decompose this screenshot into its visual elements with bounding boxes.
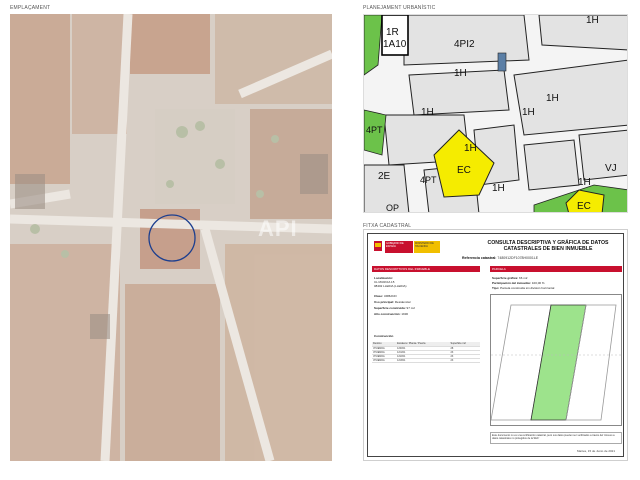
year-label: Año construcción: bbox=[374, 312, 401, 316]
table-cell: VIVIENDA bbox=[372, 358, 397, 363]
zone-label: 2E bbox=[378, 171, 391, 182]
use-value: Residencial bbox=[394, 300, 411, 304]
table-row: VIVIENDA 1/03/01 23 bbox=[372, 358, 480, 363]
zone-label: 1H bbox=[464, 143, 477, 154]
location-city: 08402 LLEIDA (LLEIDA) bbox=[374, 284, 407, 288]
disclaimer-note: Este documento no es una certificación c… bbox=[490, 432, 622, 444]
emplacement-label: EMPLAÇAMENT bbox=[10, 5, 51, 11]
zone-label: VJ bbox=[605, 163, 617, 174]
planning-map: 1H 4PI2 1H 1H 1H 1H EC 1H 2E 4PT 1H EC 1… bbox=[363, 14, 628, 213]
cadastral-frame: GOBIERNO DE ESPAÑA MINISTERIO DE HACIEND… bbox=[367, 233, 624, 457]
area-label: Superficie construida: bbox=[374, 306, 406, 310]
section-header: PARCELA bbox=[490, 266, 622, 272]
zone-label: 1H bbox=[578, 177, 591, 188]
zone-label: OP bbox=[386, 203, 400, 213]
zone-label: 1H bbox=[522, 107, 535, 118]
zone-label: 4PT bbox=[366, 125, 383, 135]
watermark-logo: API bbox=[258, 216, 298, 241]
class-value: URBANO bbox=[383, 294, 397, 298]
parcel-drawing bbox=[490, 304, 623, 421]
planning-label: PLANEJAMENT URBANÍSTIC bbox=[363, 5, 436, 11]
zone-label: 1R bbox=[386, 27, 399, 38]
reference-label: Referencia catastral: bbox=[462, 256, 497, 260]
zone-label: 4PI2 bbox=[454, 39, 475, 50]
type-value: Parcela construida sin división horizont… bbox=[500, 286, 555, 290]
document-title: CONSULTA DESCRIPTIVA Y GRÁFICA DE DATOS … bbox=[487, 240, 609, 252]
share-field: Participación del inmueble: 100,00 % bbox=[492, 281, 545, 285]
parcel-area-field: Superficie gráfica: 66 m2 bbox=[492, 276, 527, 280]
zone-label: 1H bbox=[421, 107, 434, 118]
zone-label: EC bbox=[457, 165, 471, 176]
parcel-area-value: 66 m2 bbox=[519, 276, 528, 280]
class-label: Clase: bbox=[374, 294, 384, 298]
use-field: Uso principal: Residencial bbox=[374, 300, 410, 304]
class-field: Clase: URBANO bbox=[374, 294, 397, 298]
parcel-area-label: Superficie gráfica: bbox=[492, 276, 519, 280]
area-field: Superficie construida: 97 m2 bbox=[374, 306, 415, 310]
zone-label: 1H bbox=[586, 15, 599, 26]
cadastral-reference: Referencia catastral: 7480912DF1078H0001… bbox=[462, 256, 538, 260]
year-field: Año construcción: 1930 bbox=[374, 312, 408, 316]
year-value: 1930 bbox=[401, 312, 409, 316]
zone-label: 1A10 bbox=[383, 39, 407, 50]
type-label: Tipo: bbox=[492, 286, 500, 290]
coat-of-arms-icon bbox=[374, 241, 382, 251]
table-cell: 23 bbox=[449, 358, 480, 363]
document-date: Martes, 15 de Junio de 2021 bbox=[576, 449, 615, 453]
construction-table: Destino Escalera / Planta / Puerta Super… bbox=[372, 342, 480, 363]
zone-label: 1H bbox=[454, 68, 467, 79]
zone-label: 1H bbox=[546, 93, 559, 104]
type-field: Tipo: Parcela construida sin división ho… bbox=[492, 286, 554, 290]
share-value: 100,00 % bbox=[531, 281, 545, 285]
section-header: DATOS DESCRIPTIVOS DEL INMUEBLE bbox=[372, 266, 480, 272]
table-cell: 1/03/01 bbox=[396, 358, 450, 363]
reference-value: 7480912DF1078H0001LE bbox=[497, 256, 539, 260]
zone-label: 4PT bbox=[420, 175, 437, 185]
government-label: GOBIERNO DE ESPAÑA bbox=[385, 241, 413, 253]
share-label: Participación del inmueble: bbox=[492, 281, 532, 285]
parcel-plan bbox=[490, 294, 623, 426]
construction-heading: Construcción bbox=[374, 334, 393, 338]
construction-label: Construcción bbox=[374, 334, 394, 338]
use-label: Uso principal: bbox=[374, 300, 395, 304]
ministry-label: MINISTERIO DE HACIENDA bbox=[414, 241, 440, 253]
area-value: 97 m2 bbox=[406, 306, 415, 310]
location-field: Localización: CL MURCIA 15 08402 LLEIDA … bbox=[374, 276, 407, 288]
zone-label: 1H bbox=[492, 183, 505, 194]
cadastral-document: GOBIERNO DE ESPAÑA MINISTERIO DE HACIEND… bbox=[363, 229, 628, 461]
zone-label: EC bbox=[577, 201, 591, 212]
